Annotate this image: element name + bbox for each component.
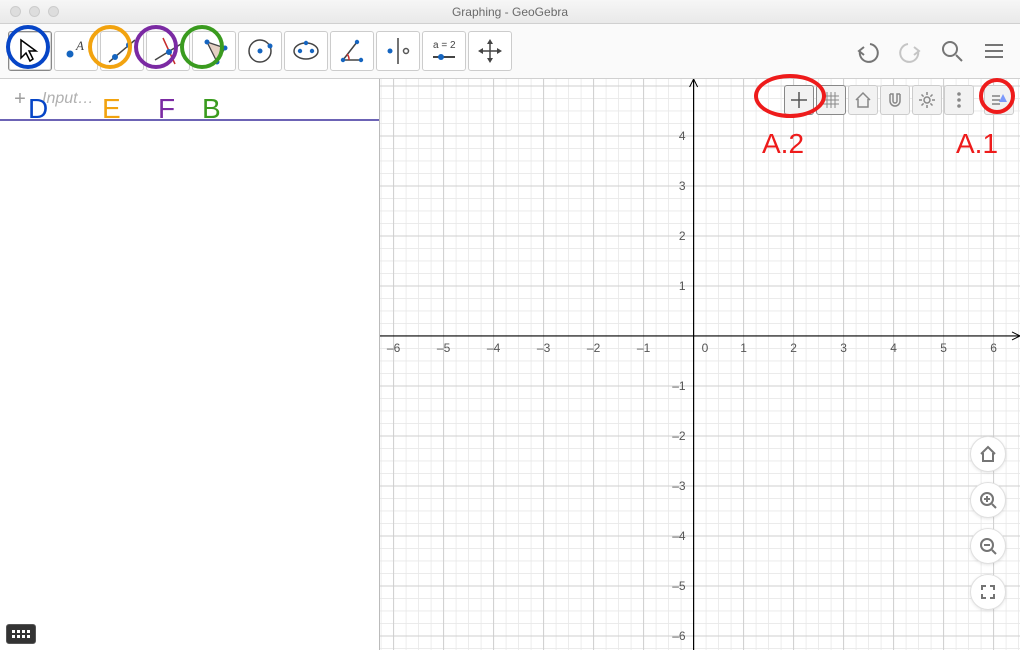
close-window-icon[interactable] — [10, 6, 21, 17]
window-title: Graphing - GeoGebra — [0, 5, 1020, 19]
svg-text:–5: –5 — [672, 579, 686, 593]
svg-text:4: 4 — [679, 129, 686, 143]
svg-text:–5: –5 — [437, 341, 451, 355]
menu-button[interactable] — [976, 33, 1012, 69]
svg-text:–3: –3 — [672, 479, 686, 493]
undo-button[interactable] — [850, 33, 886, 69]
maximize-window-icon[interactable] — [48, 6, 59, 17]
svg-text:–2: –2 — [672, 429, 686, 443]
circle-icon — [243, 34, 277, 68]
line-tool[interactable] — [100, 31, 144, 71]
main-area: + –6 –5 –4 –3 –2 –1 0 1 2 3 4 5 6 –6 –5 –4 –3 –2 –1 1 2 3 4 — [0, 79, 1020, 650]
svg-text:6: 6 — [990, 341, 997, 355]
svg-text:5: 5 — [940, 341, 947, 355]
search-button[interactable] — [934, 33, 970, 69]
grid-icon — [821, 90, 841, 110]
settings-button[interactable] — [912, 85, 942, 115]
home-zoom-button[interactable] — [848, 85, 878, 115]
window-controls — [0, 6, 59, 17]
zoom-in-button[interactable] — [970, 482, 1006, 518]
axes-icon — [789, 90, 809, 110]
keyboard-toggle-button[interactable] — [6, 624, 36, 644]
svg-text:A: A — [75, 38, 84, 53]
angle-tool[interactable] — [330, 31, 374, 71]
input-row: + — [0, 79, 379, 121]
svg-text:3: 3 — [679, 179, 686, 193]
cursor-icon — [13, 34, 47, 68]
svg-text:–6: –6 — [387, 341, 401, 355]
kebab-icon — [949, 90, 969, 110]
undo-icon — [854, 37, 882, 65]
circle-tool[interactable] — [238, 31, 282, 71]
keyboard-icon — [12, 630, 30, 638]
point-icon: A — [59, 34, 93, 68]
svg-text:2: 2 — [679, 229, 686, 243]
coordinate-grid: –6 –5 –4 –3 –2 –1 0 1 2 3 4 5 6 –6 –5 –4 –3 –2 –1 1 2 3 4 — [380, 79, 1020, 650]
svg-text:–4: –4 — [487, 341, 501, 355]
point-capture-button[interactable] — [880, 85, 910, 115]
svg-text:4: 4 — [890, 341, 897, 355]
style-bar-button[interactable] — [984, 85, 1014, 115]
line-icon — [105, 34, 139, 68]
svg-text:–1: –1 — [637, 341, 651, 355]
svg-text:–1: –1 — [672, 379, 686, 393]
svg-text:2: 2 — [790, 341, 797, 355]
main-toolbar: A — [0, 24, 1020, 79]
svg-text:3: 3 — [840, 341, 847, 355]
zoom-controls — [970, 436, 1006, 610]
perpendicular-icon — [151, 34, 185, 68]
conic-tool[interactable] — [284, 31, 328, 71]
menu-icon — [980, 37, 1008, 65]
toggle-axes-button[interactable] — [784, 85, 814, 115]
point-tool[interactable]: A — [54, 31, 98, 71]
toggle-grid-button[interactable] — [816, 85, 846, 115]
polygon-tool[interactable] — [192, 31, 236, 71]
svg-text:0: 0 — [702, 341, 709, 355]
home-fab[interactable] — [970, 436, 1006, 472]
move-tool[interactable] — [8, 31, 52, 71]
gear-icon — [917, 90, 937, 110]
home-icon — [978, 444, 998, 464]
slider-icon: a = 2 — [427, 34, 461, 68]
ellipse-icon — [289, 34, 323, 68]
polygon-icon — [197, 34, 231, 68]
move-view-tool[interactable] — [468, 31, 512, 71]
style-icon — [989, 90, 1009, 110]
svg-text:–4: –4 — [672, 529, 686, 543]
fullscreen-icon — [978, 582, 998, 602]
reflect-tool[interactable] — [376, 31, 420, 71]
redo-icon — [896, 37, 924, 65]
svg-text:–3: –3 — [537, 341, 551, 355]
svg-text:–2: –2 — [587, 341, 601, 355]
move-view-icon — [473, 34, 507, 68]
svg-text:1: 1 — [740, 341, 747, 355]
home-icon — [853, 90, 873, 110]
reflect-icon — [381, 34, 415, 68]
magnet-icon — [885, 90, 905, 110]
slider-tool[interactable]: a = 2 — [422, 31, 466, 71]
svg-text:–6: –6 — [672, 629, 686, 643]
fullscreen-button[interactable] — [970, 574, 1006, 610]
zoom-in-icon — [978, 490, 998, 510]
zoom-out-button[interactable] — [970, 528, 1006, 564]
titlebar: Graphing - GeoGebra — [0, 0, 1020, 24]
algebra-input[interactable] — [40, 89, 369, 109]
graphics-toolbar — [784, 85, 1014, 115]
more-button[interactable] — [944, 85, 974, 115]
algebra-view: + — [0, 79, 380, 650]
svg-text:a = 2: a = 2 — [433, 40, 456, 51]
add-expression-button[interactable]: + — [10, 88, 30, 111]
graphics-view[interactable]: –6 –5 –4 –3 –2 –1 0 1 2 3 4 5 6 –6 –5 –4 –3 –2 –1 1 2 3 4 — [380, 79, 1020, 650]
search-icon — [938, 37, 966, 65]
minimize-window-icon[interactable] — [29, 6, 40, 17]
svg-text:1: 1 — [679, 279, 686, 293]
perpendicular-tool[interactable] — [146, 31, 190, 71]
redo-button[interactable] — [892, 33, 928, 69]
angle-icon — [335, 34, 369, 68]
zoom-out-icon — [978, 536, 998, 556]
